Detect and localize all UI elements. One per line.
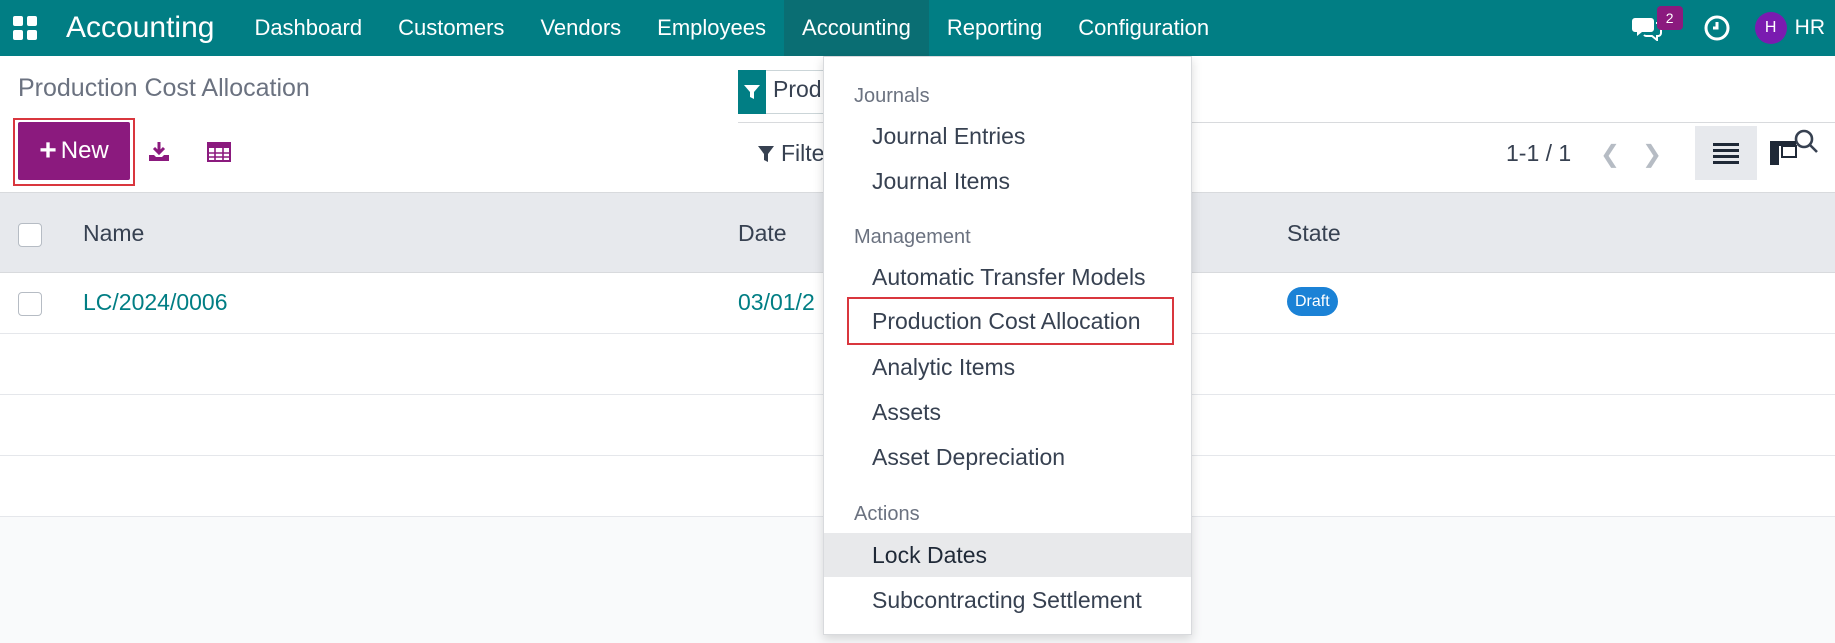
menu-employees[interactable]: Employees (639, 0, 784, 56)
pager-value[interactable]: 1-1 / 1 (1506, 140, 1571, 167)
section-management: Management (854, 226, 971, 248)
filters-button[interactable]: Filte (757, 140, 824, 167)
apps-grid-icon[interactable] (0, 0, 50, 56)
pager-next-icon[interactable]: ❯ (1642, 140, 1662, 169)
download-icon[interactable] (147, 140, 171, 164)
menu-dashboard[interactable]: Dashboard (236, 0, 380, 56)
search-facet-value[interactable]: Prod (773, 76, 822, 103)
filter-icon (758, 145, 774, 162)
app-brand[interactable]: Accounting (66, 11, 214, 45)
pager-previous-icon[interactable]: ❮ (1600, 140, 1620, 169)
menu-item-analytic-items[interactable]: Analytic Items (824, 345, 1191, 389)
spreadsheet-icon[interactable] (207, 140, 231, 164)
activity-clock-icon[interactable] (1697, 0, 1737, 56)
page-title: Production Cost Allocation (18, 74, 310, 102)
plus-icon: + (39, 134, 57, 167)
menu-item-lock-dates[interactable]: Lock Dates (824, 533, 1191, 577)
cell-date[interactable]: 03/01/2 (738, 289, 815, 316)
chat-count-badge: 2 (1656, 6, 1683, 30)
cell-name[interactable]: LC/2024/0006 (83, 289, 228, 316)
section-actions: Actions (854, 503, 920, 525)
menu-item-journal-items[interactable]: Journal Items (824, 159, 1191, 203)
list-view-button[interactable] (1695, 126, 1757, 180)
kanban-view-icon[interactable] (1768, 138, 1798, 168)
user-avatar[interactable]: H (1754, 12, 1787, 44)
menu-customers[interactable]: Customers (380, 0, 522, 56)
top-navbar: Accounting Dashboard Customers Vendors E… (0, 0, 1835, 56)
filters-label: Filte (781, 140, 825, 166)
menu-reporting[interactable]: Reporting (929, 0, 1060, 56)
row-checkbox[interactable] (18, 292, 42, 316)
select-all-checkbox[interactable] (18, 223, 42, 247)
new-button-label: New (60, 137, 109, 164)
chat-icon[interactable]: 2 (1627, 0, 1683, 56)
filter-facet-icon (738, 70, 766, 114)
column-header-date[interactable]: Date (738, 220, 787, 247)
user-name[interactable]: HR (1795, 16, 1825, 40)
menu-accounting[interactable]: Accounting (784, 0, 929, 56)
new-button[interactable]: + New (18, 122, 130, 180)
accounting-dropdown-menu: Journals Journal Entries Journal Items M… (823, 56, 1192, 635)
menu-configuration[interactable]: Configuration (1060, 0, 1227, 56)
menu-item-automatic-transfer-models[interactable]: Automatic Transfer Models (824, 255, 1191, 299)
menu-item-journal-entries[interactable]: Journal Entries (824, 114, 1191, 158)
section-journals: Journals (854, 85, 930, 107)
menu-item-subcontracting-settlement[interactable]: Subcontracting Settlement (824, 578, 1191, 622)
list-view-icon (1713, 143, 1739, 164)
menu-vendors[interactable]: Vendors (522, 0, 639, 56)
menu-item-production-cost-allocation[interactable]: Production Cost Allocation (824, 299, 1191, 343)
column-header-state[interactable]: State (1287, 220, 1341, 247)
status-badge: Draft (1287, 287, 1338, 316)
menu-item-asset-depreciation[interactable]: Asset Depreciation (824, 435, 1191, 479)
column-header-name[interactable]: Name (83, 220, 144, 247)
menu-item-assets[interactable]: Assets (824, 390, 1191, 434)
